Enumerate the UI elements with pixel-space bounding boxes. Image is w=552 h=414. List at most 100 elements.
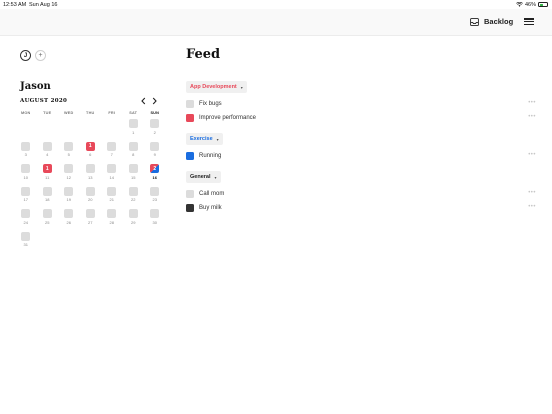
- task-checkbox[interactable]: [186, 203, 194, 212]
- chevron-down-icon: ▾: [214, 174, 217, 180]
- calendar-empty-cell: [58, 117, 80, 140]
- chevron-down-icon: ▾: [240, 84, 243, 90]
- calendar-day[interactable]: 27: [80, 207, 102, 230]
- day-number: 15: [131, 174, 136, 180]
- task-checkbox[interactable]: [186, 151, 194, 160]
- calendar-day[interactable]: 2 16: [144, 162, 166, 185]
- calendar-day[interactable]: 8: [123, 140, 145, 163]
- calendar-day[interactable]: 2: [144, 117, 166, 140]
- calendar-day[interactable]: 31: [15, 230, 37, 253]
- task-checkbox[interactable]: [186, 99, 194, 108]
- day-activity-box: [42, 186, 52, 196]
- chevron-left-icon[interactable]: [140, 97, 147, 105]
- calendar-day[interactable]: 7: [101, 140, 123, 163]
- day-number: 3: [24, 152, 27, 157]
- day-number: 2: [153, 129, 156, 135]
- task-checkbox[interactable]: [186, 189, 194, 198]
- calendar-day[interactable]: 28: [101, 207, 123, 230]
- calendar-day[interactable]: 4: [37, 140, 59, 163]
- calendar-day[interactable]: 15: [123, 162, 145, 185]
- task-row[interactable]: Buy milk •••: [186, 203, 536, 212]
- day-activity-box: [107, 209, 117, 218]
- calendar-day[interactable]: 24: [15, 207, 37, 230]
- day-number: 11: [45, 174, 50, 180]
- group-header[interactable]: App Development ▾: [186, 81, 247, 93]
- more-options-icon[interactable]: •••: [528, 152, 536, 158]
- weekday-label: WED: [64, 111, 74, 115]
- calendar-day[interactable]: 25: [37, 207, 59, 230]
- chevron-right-icon[interactable]: [151, 97, 158, 105]
- more-options-icon[interactable]: •••: [528, 204, 536, 210]
- day-number: 10: [23, 174, 28, 180]
- weekday-label: TUE: [43, 111, 52, 115]
- calendar-empty-cell: [101, 117, 123, 140]
- calendar-day[interactable]: 21: [101, 185, 123, 208]
- avatar[interactable]: J: [20, 50, 31, 61]
- day-activity-box: [150, 209, 160, 218]
- calendar-day[interactable]: 29: [123, 207, 145, 230]
- hamburger-menu-icon[interactable]: [524, 17, 534, 26]
- day-number: 31: [23, 242, 28, 247]
- day-number: 24: [23, 219, 28, 225]
- task-row[interactable]: Fix bugs •••: [186, 99, 536, 108]
- task-row[interactable]: Call mom •••: [186, 189, 536, 198]
- top-toolbar: Backlog: [0, 9, 552, 36]
- more-options-icon[interactable]: •••: [528, 114, 536, 120]
- day-number: 17: [23, 197, 28, 202]
- calendar-day[interactable]: 19: [58, 185, 80, 208]
- day-number: 29: [131, 219, 136, 225]
- day-activity-box: [128, 186, 138, 196]
- day-number: 8: [132, 152, 135, 157]
- calendar-empty-cell: [37, 117, 59, 140]
- calendar-day[interactable]: 13: [80, 162, 102, 185]
- add-user-button[interactable]: +: [35, 50, 46, 61]
- calendar-day[interactable]: 26: [58, 207, 80, 230]
- group-name: Exercise: [190, 136, 213, 142]
- calendar-day[interactable]: 1: [123, 117, 145, 140]
- more-options-icon[interactable]: •••: [528, 190, 536, 196]
- task-checkbox[interactable]: [186, 113, 194, 122]
- day-number: 20: [88, 197, 93, 202]
- calendar-day[interactable]: 18: [37, 185, 59, 208]
- group-header[interactable]: General ▾: [186, 171, 221, 183]
- calendar-day[interactable]: 14: [101, 162, 123, 185]
- calendar-grid: 1 2 3 4 5 1 6 7 8 9 10 1 11 12 13 14 15 2 16 17 18 19 20 21 22 23…: [15, 117, 166, 252]
- calendar-day[interactable]: 9: [144, 140, 166, 163]
- day-activity-box: [107, 141, 117, 151]
- calendar-day[interactable]: 23: [144, 185, 166, 208]
- task-title: Running: [199, 152, 222, 159]
- backlog-button[interactable]: Backlog: [470, 17, 513, 26]
- day-activity-box: [42, 209, 52, 218]
- day-activity-box: [85, 186, 95, 196]
- group-header[interactable]: Exercise ▾: [186, 133, 223, 145]
- calendar-day[interactable]: 17: [15, 185, 37, 208]
- calendar-weekdays: MON TUE WED THU FRI SAT SUN: [15, 111, 166, 115]
- day-activity-box: [107, 164, 117, 173]
- calendar-day[interactable]: 22: [123, 185, 145, 208]
- weekday-label: FRI: [108, 111, 116, 115]
- calendar-day[interactable]: 30: [144, 207, 166, 230]
- day-number: 9: [153, 152, 156, 157]
- task-title: Fix bugs: [199, 100, 222, 107]
- calendar-day[interactable]: 20: [80, 185, 102, 208]
- calendar-day[interactable]: 3: [15, 140, 37, 163]
- task-row[interactable]: Running •••: [186, 151, 536, 160]
- status-bar: 12:53 AM Sun Aug 16 46%: [0, 0, 552, 9]
- day-activity-box: [64, 186, 74, 196]
- day-activity-box: [21, 164, 31, 173]
- calendar-day[interactable]: 16: [80, 140, 102, 163]
- calendar-day[interactable]: 10: [15, 162, 37, 185]
- task-title: Buy milk: [199, 204, 222, 211]
- day-activity-box: [128, 119, 138, 128]
- weekday-label: SAT: [129, 111, 138, 115]
- calendar-day[interactable]: 5: [58, 140, 80, 163]
- more-options-icon[interactable]: •••: [528, 100, 536, 106]
- calendar-day[interactable]: 12: [58, 162, 80, 185]
- day-number: 21: [109, 197, 114, 202]
- calendar-empty-cell: [15, 117, 37, 140]
- chevron-down-icon: ▾: [216, 136, 219, 142]
- day-number: 13: [88, 174, 93, 180]
- day-number: 4: [46, 152, 49, 157]
- calendar-day[interactable]: 1 11: [37, 162, 59, 185]
- task-row[interactable]: Improve performance •••: [186, 113, 536, 122]
